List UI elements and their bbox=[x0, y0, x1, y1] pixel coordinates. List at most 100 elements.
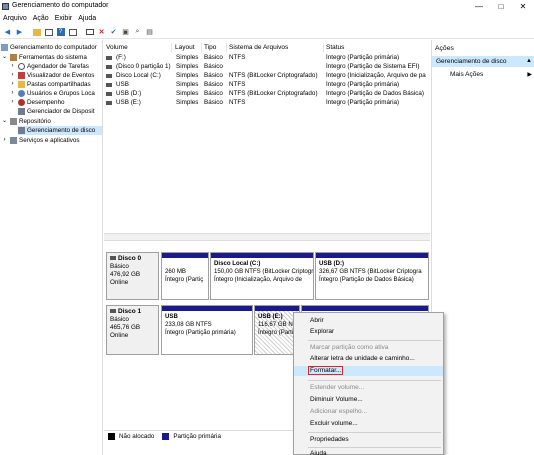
expand-icon[interactable]: › bbox=[9, 63, 16, 70]
menu-item-formatar[interactable]: Formatar... bbox=[294, 366, 443, 376]
tree-item-system-tools[interactable]: ⌄ Ferramentas do sistema bbox=[1, 53, 87, 62]
check-icon[interactable]: ✔ bbox=[108, 27, 119, 38]
help-icon[interactable]: ? bbox=[55, 27, 66, 38]
table-row[interactable]: USB (E:) Simples Básico NTFS Íntegro (Pa… bbox=[104, 99, 430, 107]
menu-item-shrink-volume[interactable]: Diminuir Volume... bbox=[294, 395, 443, 405]
expand-icon[interactable]: › bbox=[9, 81, 16, 88]
table-row[interactable]: (F:) Simples Básico NTFS Íntegro (Partiç… bbox=[104, 54, 430, 62]
column-header-filesystem[interactable]: Sistema de Arquivos bbox=[227, 43, 324, 52]
open-icon[interactable]: ▣ bbox=[120, 27, 131, 38]
table-row[interactable]: (Disco 0 partição 1) Simples Básico Ínte… bbox=[104, 63, 430, 71]
maximize-button[interactable]: □ bbox=[490, 0, 512, 13]
window-controls: — □ ✕ bbox=[468, 0, 534, 13]
more-icon[interactable]: ▤ bbox=[144, 27, 155, 38]
app-icon bbox=[2, 3, 9, 10]
menu-separator bbox=[308, 340, 441, 341]
disk-1-header[interactable]: Disco 1 Básico 465,76 GB Online bbox=[106, 305, 159, 355]
menu-item-extend-volume[interactable]: Estender volume... bbox=[294, 383, 443, 393]
tree-item-computer-management[interactable]: Gerenciamento do computador bbox=[1, 43, 97, 52]
actions-pane: Ações Gerenciamento de disco ▲ Mais Açõe… bbox=[431, 40, 534, 455]
storage-icon bbox=[10, 118, 17, 125]
tree-item-event-viewer[interactable]: › Visualizador de Eventos bbox=[9, 71, 94, 80]
menu-item-properties[interactable]: Propriedades bbox=[294, 435, 443, 445]
menu-separator bbox=[308, 380, 441, 381]
expand-icon[interactable]: ⌄ bbox=[1, 54, 8, 61]
menu-arquivo[interactable]: Arquivo bbox=[3, 15, 27, 22]
column-header-volume[interactable]: Volume bbox=[104, 43, 172, 52]
menu-separator bbox=[308, 447, 441, 448]
legend-swatch-unallocated bbox=[108, 433, 115, 440]
disk-0-partition-d[interactable]: USB (D:) 326,67 GB NTFS (BitLocker Cript… bbox=[315, 252, 429, 300]
tree-item-storage[interactable]: ⌄ Repositório bbox=[1, 117, 51, 126]
menu-item-explorar[interactable]: Explorar bbox=[294, 327, 443, 337]
action-more-actions[interactable]: Mais Ações ▶ bbox=[450, 70, 534, 80]
disk-1-type: Básico bbox=[110, 316, 129, 323]
expand-icon[interactable]: › bbox=[9, 72, 16, 79]
collapse-arrow-icon[interactable]: ▲ bbox=[526, 56, 532, 67]
disk-0-partition-efi[interactable]: 260 MB Íntegro (Partiç bbox=[161, 252, 209, 300]
menu-item-abrir[interactable]: Abrir bbox=[294, 316, 443, 326]
menu-bar: Arquivo Ação Exibir Ajuda bbox=[0, 13, 534, 24]
console-icon[interactable] bbox=[67, 27, 78, 38]
folder-icon bbox=[18, 81, 25, 88]
expand-icon[interactable]: › bbox=[9, 99, 16, 106]
menu-ajuda[interactable]: Ajuda bbox=[78, 15, 96, 22]
up-icon[interactable] bbox=[31, 27, 42, 38]
legend-unallocated: Não alocado bbox=[119, 433, 155, 440]
minimize-button[interactable]: — bbox=[468, 0, 490, 13]
column-header-layout[interactable]: Layout bbox=[173, 43, 202, 52]
expand-icon[interactable]: › bbox=[9, 90, 16, 97]
tree-item-services-applications[interactable]: › Serviços e aplicativos bbox=[1, 136, 80, 145]
clock-icon bbox=[18, 63, 25, 70]
disk-0-size: 476,92 GB bbox=[110, 271, 141, 278]
disk-0-name: Disco 0 bbox=[118, 255, 142, 262]
show-hide-tree-icon[interactable] bbox=[43, 27, 54, 38]
properties-icon[interactable] bbox=[84, 27, 95, 38]
menu-exibir[interactable]: Exibir bbox=[55, 15, 73, 22]
table-row[interactable]: USB Simples Básico NTFS Íntegro (Partiçã… bbox=[104, 81, 430, 89]
back-icon[interactable]: ◀ bbox=[2, 27, 13, 38]
volume-icon bbox=[106, 74, 112, 78]
expand-icon[interactable]: › bbox=[1, 137, 8, 144]
tree-item-users-groups[interactable]: › Usuários e Grupos Loca bbox=[9, 89, 95, 98]
tree-item-shared-folders[interactable]: › Pastas compartilhadas bbox=[9, 80, 91, 89]
users-icon bbox=[18, 90, 25, 97]
disk-icon bbox=[18, 127, 25, 134]
toolbar: ◀ ▶ ? ✕ ✔ ▣ ⌕ ▤ bbox=[0, 26, 534, 39]
action-disk-management[interactable]: Gerenciamento de disco ▲ bbox=[432, 56, 534, 67]
expand-icon[interactable]: ⌄ bbox=[1, 118, 8, 125]
tree-item-disk-management[interactable]: Gerenciamento de disco bbox=[18, 126, 102, 135]
tree-item-performance[interactable]: › Desempenho bbox=[9, 98, 64, 107]
column-header-type[interactable]: Tipo bbox=[202, 43, 227, 52]
disk-0-partition-c[interactable]: Disco Local (C:) 150,00 GB NTFS (BitLock… bbox=[210, 252, 314, 300]
submenu-arrow-icon: ▶ bbox=[527, 72, 532, 78]
menu-item-add-mirror[interactable]: Adicionar espelho... bbox=[294, 407, 443, 417]
disk-0-type: Básico bbox=[110, 263, 129, 270]
menu-item-help[interactable]: Ajuda bbox=[294, 449, 443, 455]
disk-0-header[interactable]: Disco 0 Básico 476,92 GB Online bbox=[106, 252, 159, 300]
volume-icon bbox=[106, 92, 112, 96]
tree-item-device-manager[interactable]: Gerenciador de Disposit bbox=[18, 107, 95, 116]
volume-icon bbox=[106, 56, 112, 60]
menu-item-delete-volume[interactable]: Excluir volume... bbox=[294, 419, 443, 429]
context-menu: Abrir Explorar Marcar partição como ativ… bbox=[293, 312, 444, 455]
search-icon[interactable]: ⌕ bbox=[132, 27, 143, 38]
menu-separator bbox=[308, 432, 441, 433]
tree-item-task-scheduler[interactable]: › Agendador de Tarefas bbox=[9, 62, 89, 71]
devices-icon bbox=[18, 108, 25, 115]
tools-icon bbox=[10, 54, 17, 61]
menu-item-change-drive-letter[interactable]: Alterar letra de unidade e caminho... bbox=[294, 354, 443, 364]
disk-0-status: Online bbox=[110, 279, 129, 286]
delete-icon[interactable]: ✕ bbox=[96, 27, 107, 38]
navigation-tree: Gerenciamento do computador ⌄ Ferramenta… bbox=[0, 40, 103, 455]
forward-icon[interactable]: ▶ bbox=[14, 27, 25, 38]
column-header-status[interactable]: Status bbox=[324, 43, 430, 52]
menu-item-mark-active[interactable]: Marcar partição como ativa bbox=[294, 343, 443, 353]
legend-swatch-primary bbox=[162, 433, 170, 440]
menu-acao[interactable]: Ação bbox=[33, 15, 49, 22]
close-button[interactable]: ✕ bbox=[512, 0, 534, 13]
table-row[interactable]: Disco Local (C:) Simples Básico NTFS (Bi… bbox=[104, 72, 430, 80]
table-row[interactable]: USB (D:) Simples Básico NTFS (BitLocker … bbox=[104, 90, 430, 98]
pane-splitter[interactable] bbox=[104, 233, 430, 241]
disk-1-partition-usb[interactable]: USB 233,08 GB NTFS Íntegro (Partição pri… bbox=[161, 305, 253, 355]
